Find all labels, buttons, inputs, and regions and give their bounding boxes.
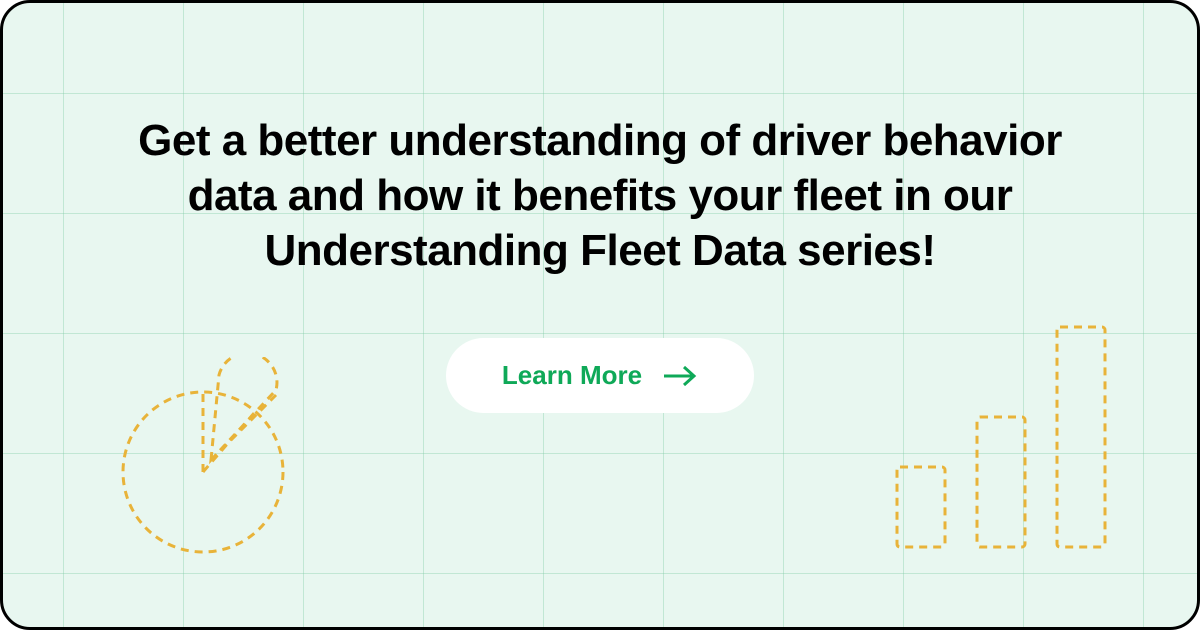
- content-container: Get a better understanding of driver beh…: [3, 3, 1197, 627]
- promo-card: Get a better understanding of driver beh…: [0, 0, 1200, 630]
- cta-label: Learn More: [502, 360, 642, 391]
- arrow-right-icon: [662, 364, 698, 388]
- headline-text: Get a better understanding of driver beh…: [120, 113, 1080, 278]
- learn-more-button[interactable]: Learn More: [446, 338, 754, 413]
